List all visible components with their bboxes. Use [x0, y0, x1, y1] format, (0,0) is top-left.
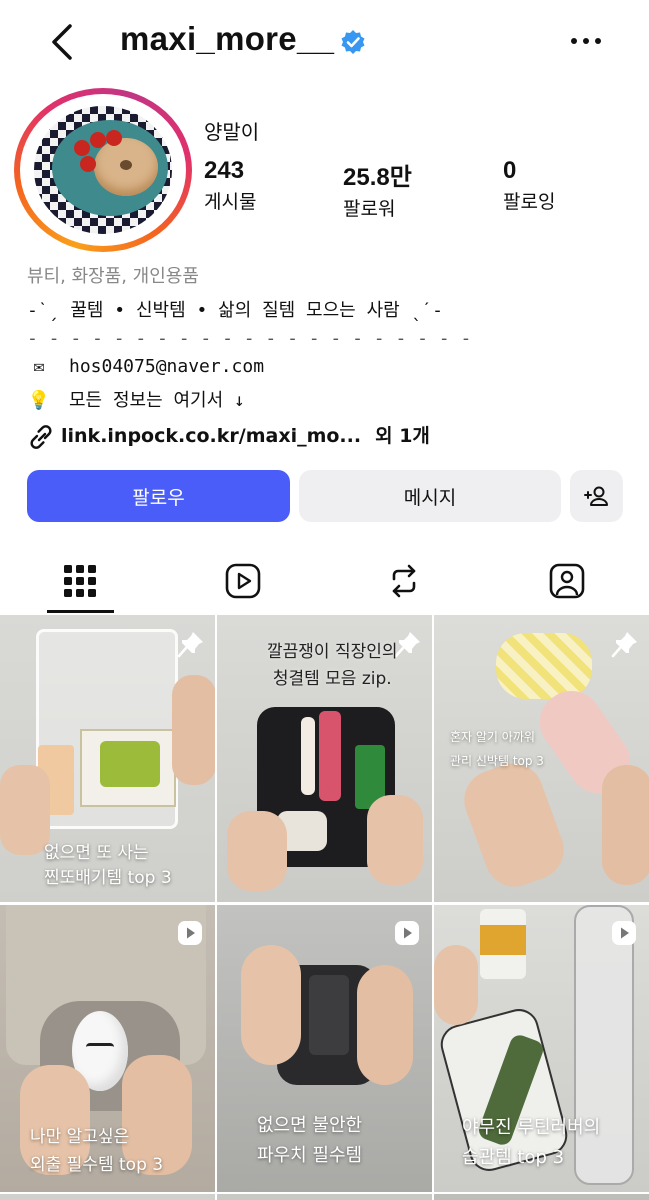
post-caption-line: 없으면 또 사는 — [44, 843, 149, 863]
post-caption-line: 습관템 top 3 — [462, 1147, 565, 1168]
post-image-hand — [357, 965, 413, 1085]
suggest-accounts-button[interactable] — [570, 470, 623, 522]
grid-icon — [64, 565, 96, 597]
chevron-left-icon[interactable] — [44, 20, 84, 64]
post-image-pack — [100, 741, 160, 787]
display-name: 양말이 — [204, 120, 260, 144]
add-person-icon — [583, 486, 608, 506]
post-image-label — [480, 925, 526, 955]
tab-reposts[interactable] — [354, 548, 454, 614]
bio-email-row: ✉ hos04075@naver.com — [27, 356, 265, 377]
stat-posts[interactable]: 243 게시물 — [204, 157, 256, 214]
active-tab-indicator — [47, 610, 114, 613]
post-caption: 나만 알고싶은 외출 필수템 top 3 — [30, 1123, 163, 1179]
bio-divider: - - - - - - - - - - - - - - - - - - - - … — [27, 328, 472, 349]
story-ring[interactable] — [14, 88, 192, 252]
bio-email[interactable]: hos04075@naver.com — [69, 356, 264, 377]
post-caption: 없으면 불안한 파우치 필수템 — [257, 1111, 362, 1171]
post-image-bottle — [319, 711, 341, 801]
post-caption: 깔끔쟁이 직장인의 청결템 모음 zip. — [267, 639, 398, 693]
post-image-pouch — [496, 633, 592, 699]
bio-link-row[interactable]: link.inpock.co.kr/maxi_mo... 외 1개 — [27, 421, 430, 450]
profile-tabs — [0, 548, 649, 614]
post-caption-line: 파우치 필수템 — [257, 1145, 363, 1166]
profile-category: 뷰티, 화장품, 개인용품 — [27, 266, 199, 287]
message-button[interactable]: 메시지 — [299, 470, 561, 522]
stat-label: 팔로워 — [343, 198, 396, 220]
envelope-emoji-icon: ✉ — [33, 356, 45, 377]
post-caption-line: 찐또배기템 top 3 — [44, 868, 172, 888]
post-image-hand — [455, 754, 573, 896]
more-horizontal-icon[interactable] — [566, 26, 606, 56]
username: maxi_more__ — [120, 20, 335, 57]
post-image-tube — [309, 975, 349, 1055]
post-thumbnail[interactable]: 없으면 또 사는 찐또배기템 top 3 — [0, 615, 215, 902]
post-caption-line: 깔끔쟁이 직장인의 — [267, 642, 398, 662]
post-caption: 야무진 루틴러버의 습관템 top 3 — [462, 1113, 600, 1173]
pin-icon — [611, 632, 637, 658]
tagged-icon — [549, 563, 585, 599]
verified-badge-icon — [341, 30, 365, 54]
stat-label: 게시물 — [204, 191, 257, 213]
post-caption-line: 외출 필수템 top 3 — [30, 1155, 164, 1175]
stat-value: 243 — [204, 157, 245, 184]
post-thumbnail[interactable]: 혼자 알기 아까워 관리 신박템 top 3 — [434, 615, 649, 902]
top-bar: maxi_more__ — [0, 0, 649, 86]
post-thumbnail[interactable]: 없으면 불안한 파우치 필수템 — [217, 905, 432, 1192]
bio-link-extra[interactable]: 외 1개 — [375, 425, 430, 447]
avatar-bagel — [94, 138, 158, 196]
post-caption: 혼자 알기 아까워 관리 신박템 top 3 — [450, 725, 544, 773]
post-image-hand — [241, 945, 301, 1065]
bio-info: 모든 정보는 여기서 ↓ — [69, 390, 245, 411]
post-grid: 없으면 또 사는 찐또배기템 top 3 깔끔쟁이 직장인의 청결템 모음 zi… — [0, 615, 649, 1200]
reel-icon — [612, 921, 636, 945]
avatar-tomato — [74, 140, 90, 156]
post-caption-line: 혼자 알기 아까워 — [450, 730, 535, 744]
stat-value: 25.8만 — [343, 164, 412, 191]
post-image-hand — [227, 811, 287, 891]
stat-following[interactable]: 0 팔로잉 — [503, 157, 555, 214]
post-thumbnail-partial[interactable] — [0, 1194, 215, 1200]
post-caption-line: 없으면 불안한 — [257, 1115, 363, 1136]
post-thumbnail-partial[interactable] — [217, 1194, 432, 1200]
post-image-hand — [602, 765, 649, 885]
post-thumbnail[interactable]: 야무진 루틴러버의 습관템 top 3 — [434, 905, 649, 1192]
post-caption-line: 야무진 루틴러버의 — [462, 1117, 601, 1138]
avatar-tomato — [90, 132, 106, 148]
avatar-tomato — [80, 156, 96, 172]
post-image-hand — [172, 675, 215, 785]
post-thumbnail-partial[interactable] — [434, 1194, 649, 1200]
stat-label: 팔로잉 — [503, 191, 556, 213]
tab-posts[interactable] — [30, 548, 130, 614]
post-caption-line: 관리 신박템 top 3 — [450, 754, 544, 768]
post-image-tube — [301, 717, 315, 795]
avatar-gap — [20, 94, 186, 246]
post-caption: 없으면 또 사는 찐또배기템 top 3 — [44, 841, 172, 891]
avatar-tomato — [106, 130, 122, 146]
bio-info-row: 💡 모든 정보는 여기서 ↓ — [27, 386, 245, 412]
avatar[interactable] — [34, 106, 172, 234]
bio-link[interactable]: link.inpock.co.kr/maxi_mo... — [61, 425, 361, 447]
link-chain-icon — [30, 424, 52, 449]
lightbulb-emoji-icon: 💡 — [27, 390, 51, 411]
post-caption-line: 청결템 모음 zip. — [272, 669, 392, 689]
post-image-hand — [434, 945, 478, 1025]
post-thumbnail[interactable]: 깔끔쟁이 직장인의 청결템 모음 zip. — [217, 615, 432, 902]
stat-value: 0 — [503, 157, 517, 184]
tab-tagged[interactable] — [517, 548, 617, 614]
post-image-hand — [367, 795, 423, 885]
post-thumbnail[interactable]: 나만 알고싶은 외출 필수템 top 3 — [0, 905, 215, 1192]
pin-icon — [177, 632, 203, 658]
post-caption-line: 나만 알고싶은 — [30, 1127, 130, 1147]
reposts-icon — [392, 564, 416, 598]
stat-followers[interactable]: 25.8만 팔로워 — [343, 157, 412, 221]
reel-icon — [395, 921, 419, 945]
bio-line: -ˋˏ 꿀템 • 신박템 • 삶의 질템 모으는 사람 ˎˊ- — [27, 300, 443, 321]
reel-icon — [178, 921, 202, 945]
post-image-hand — [0, 765, 50, 855]
reels-icon — [225, 563, 261, 599]
post-image-face — [86, 1043, 114, 1051]
tab-reels[interactable] — [193, 548, 293, 614]
follow-button[interactable]: 팔로우 — [27, 470, 290, 522]
